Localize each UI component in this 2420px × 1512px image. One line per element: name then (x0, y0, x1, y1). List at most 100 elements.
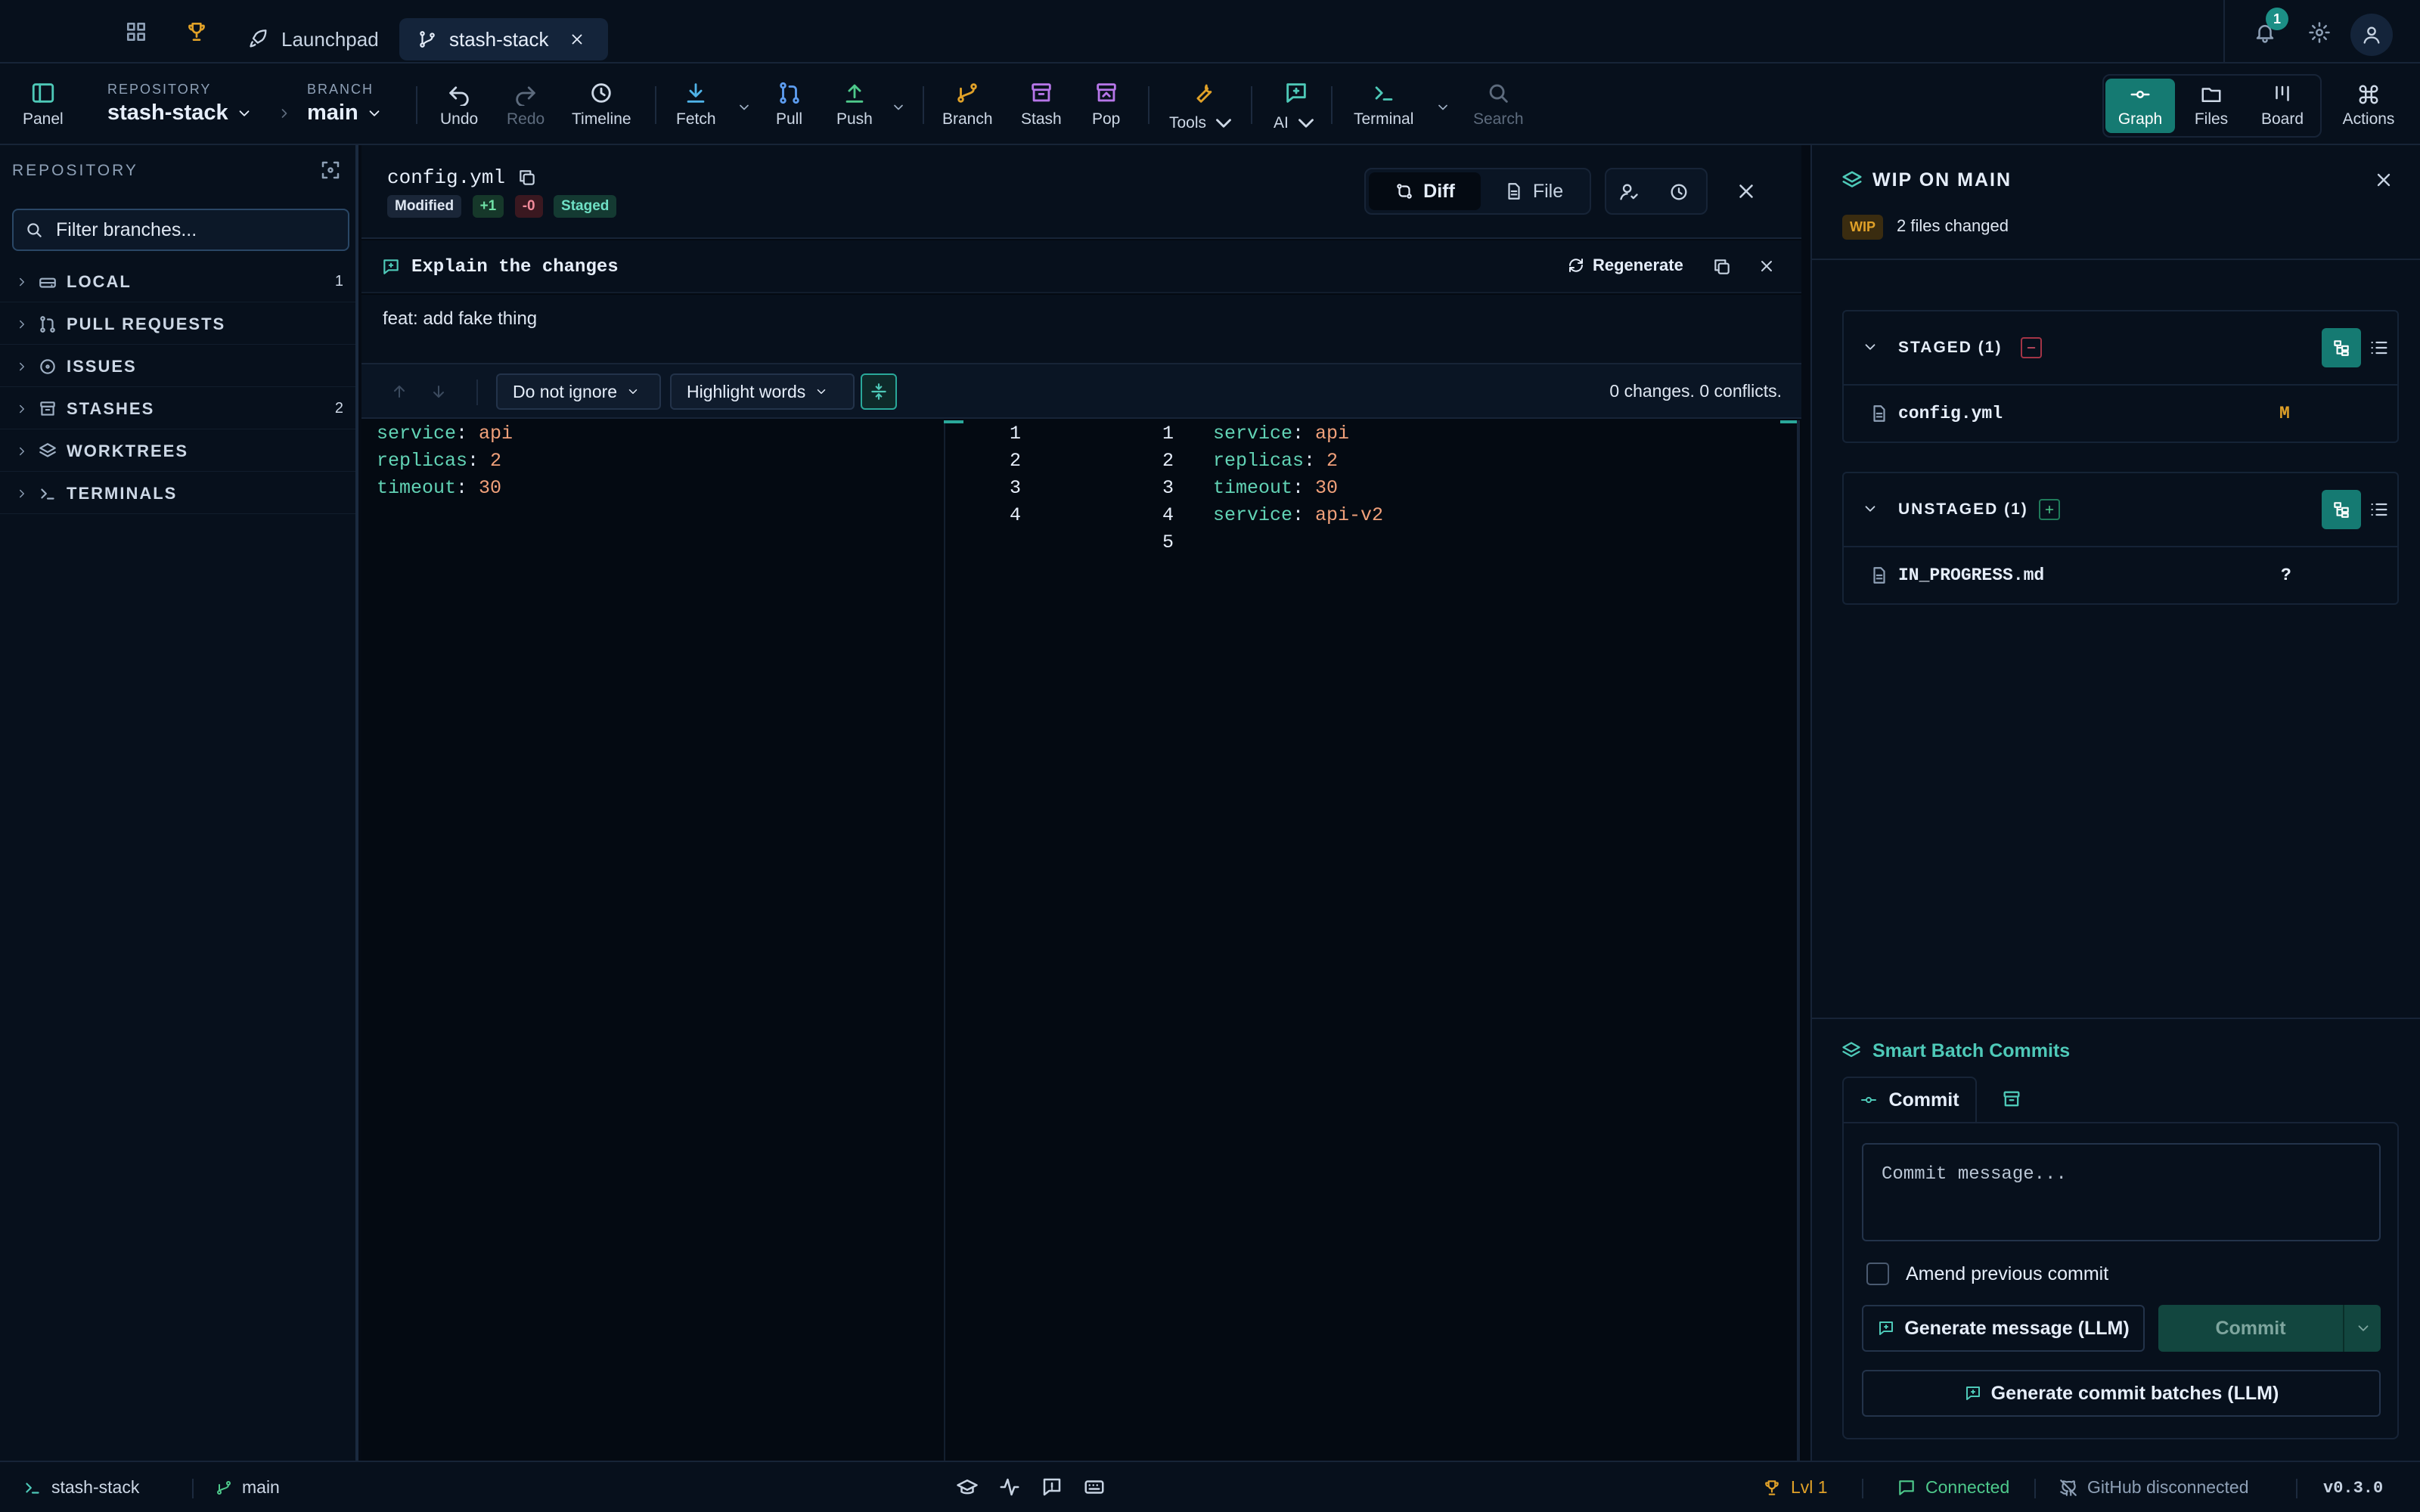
commit-message-input[interactable]: Commit message... (1862, 1143, 2381, 1241)
tab-stash-stack[interactable]: stash-stack (399, 18, 608, 60)
repository-caption: REPOSITORY (107, 82, 212, 97)
amend-checkbox-row[interactable]: Amend previous commit (1866, 1263, 2108, 1285)
collapse-unchanged-toggle[interactable] (861, 373, 897, 410)
message-square-icon[interactable] (1041, 1476, 1063, 1498)
terminal-button[interactable]: Terminal (1354, 80, 1413, 129)
file-row[interactable]: config.yml M (1844, 387, 2397, 442)
status-github[interactable]: GitHub disconnected (2059, 1477, 2249, 1498)
pull-button[interactable]: Pull (776, 80, 802, 129)
arrow-down-icon[interactable] (430, 383, 448, 401)
board-view-button[interactable]: Board (2248, 79, 2317, 133)
close-icon[interactable] (1735, 180, 1758, 203)
pop-label: Pop (1092, 110, 1121, 128)
graduation-cap-icon[interactable] (956, 1476, 979, 1498)
file-row[interactable]: IN_PROGRESS.md ? (1844, 549, 2397, 603)
diff-toggle-button[interactable]: Diff (1369, 172, 1481, 210)
status-level[interactable]: Lvl 1 (1762, 1477, 1828, 1498)
files-view-button[interactable]: Files (2176, 79, 2246, 133)
stage-all-button[interactable] (2039, 499, 2060, 520)
undo-button[interactable]: Undo (440, 80, 478, 129)
tree-view-button[interactable] (2322, 490, 2361, 529)
unstaged-section: UNSTAGED (1) IN_PROGRESS.md ? (1842, 472, 2399, 605)
sidebar-item-worktrees[interactable]: WORKTREES (0, 431, 355, 472)
git-compare-icon (1397, 184, 1412, 199)
redo-button[interactable]: Redo (507, 80, 544, 129)
file-status: M (2279, 404, 2290, 423)
chevron-down-icon[interactable] (891, 100, 906, 115)
generate-message-button[interactable]: Generate message (LLM) (1862, 1305, 2145, 1352)
activity-icon[interactable] (998, 1476, 1021, 1498)
undo-label: Undo (440, 110, 479, 128)
sidebar-item-terminals[interactable]: TERMINALS (0, 473, 355, 514)
hard-drive-icon (39, 277, 56, 288)
keyboard-icon[interactable] (1083, 1476, 1106, 1498)
github-off-icon (2060, 1479, 2077, 1496)
archive-icon[interactable] (2001, 1089, 2022, 1110)
git-branch-icon (217, 1480, 231, 1495)
left-code: service: api replicas: 2 timeout: 30 (377, 420, 513, 502)
commit-tab[interactable]: Commit (1842, 1077, 1977, 1122)
close-icon[interactable] (2373, 169, 2394, 191)
sidebar-item-pull-requests[interactable]: PULL REQUESTS (0, 304, 355, 345)
close-icon[interactable] (1758, 257, 1776, 275)
sidebar-item-local[interactable]: LOCAL 1 (0, 262, 355, 302)
status-branch[interactable]: main (215, 1477, 280, 1498)
history-icon[interactable] (1668, 181, 1689, 203)
divider (2034, 1479, 2036, 1498)
pop-button[interactable]: Pop (1092, 80, 1120, 129)
timeline-label: Timeline (572, 110, 631, 128)
unstage-all-button[interactable] (2021, 337, 2042, 358)
branch-button[interactable]: Branch (942, 80, 993, 129)
arrow-up-icon[interactable] (390, 383, 408, 401)
chevron-down-icon[interactable] (1862, 500, 1879, 517)
generate-batches-button[interactable]: Generate commit batches (LLM) (1862, 1370, 2381, 1417)
focus-icon[interactable] (319, 159, 342, 181)
list-icon[interactable] (2369, 499, 2390, 520)
grid-icon[interactable] (124, 20, 148, 44)
stash-button[interactable]: Stash (1021, 80, 1062, 129)
chevron-down-icon[interactable] (1862, 339, 1879, 355)
chevron-down-icon[interactable] (2355, 1320, 2372, 1337)
filter-branches-input[interactable]: Filter branches... (12, 209, 349, 251)
actions-button[interactable]: Actions (2334, 79, 2403, 133)
scrollbar[interactable] (1797, 420, 1800, 1461)
copy-icon[interactable] (517, 168, 537, 187)
repository-selector[interactable]: REPOSITORY stash-stack (107, 82, 253, 125)
status-connection[interactable]: Connected (1897, 1477, 2009, 1498)
avatar[interactable] (2350, 14, 2393, 56)
sidebar-item-issues[interactable]: ISSUES (0, 346, 355, 387)
push-button[interactable]: Push (836, 80, 873, 129)
file-toggle-button[interactable]: File (1481, 172, 1587, 210)
copy-icon[interactable] (1712, 257, 1732, 277)
timeline-button[interactable]: Timeline (572, 80, 631, 129)
tab-launchpad[interactable]: Launchpad (230, 18, 397, 60)
ai-button[interactable]: AI (1274, 80, 1319, 136)
diff-panel: config.yml Modified +1 -0 Staged Diff Fi… (361, 145, 1801, 1461)
divider (476, 380, 478, 405)
search-button[interactable]: Search (1473, 80, 1524, 129)
blame-user-icon[interactable] (1618, 181, 1640, 203)
gear-icon[interactable] (2308, 21, 2332, 45)
graph-view-button[interactable]: Graph (2105, 79, 2175, 133)
diff-toolbar: Do not ignore Highlight words 0 changes.… (361, 363, 1801, 419)
tools-button[interactable]: Tools (1169, 80, 1236, 136)
branch-selector[interactable]: BRANCH main (307, 82, 383, 125)
sidebar-item-stashes[interactable]: STASHES 2 (0, 389, 355, 429)
panel-button[interactable]: Panel (23, 80, 64, 129)
amend-checkbox[interactable] (1866, 1263, 1889, 1285)
code-key: service (1213, 504, 1293, 526)
chevron-down-icon[interactable] (737, 100, 752, 115)
line-number: 2 (1162, 450, 1174, 472)
fetch-button[interactable]: Fetch (676, 80, 716, 129)
close-tab-icon[interactable] (569, 31, 585, 48)
whitespace-select[interactable]: Do not ignore (496, 373, 661, 410)
regenerate-button[interactable]: Regenerate (1567, 256, 1683, 275)
tree-view-button[interactable] (2322, 328, 2361, 367)
status-repo[interactable]: stash-stack (23, 1477, 139, 1498)
list-icon[interactable] (2369, 337, 2390, 358)
chevron-down-icon[interactable] (1435, 100, 1450, 115)
highlight-select[interactable]: Highlight words (670, 373, 855, 410)
filter-placeholder: Filter branches... (56, 218, 197, 240)
trophy-icon[interactable] (185, 20, 209, 44)
commit-button[interactable]: Commit (2158, 1318, 2343, 1340)
